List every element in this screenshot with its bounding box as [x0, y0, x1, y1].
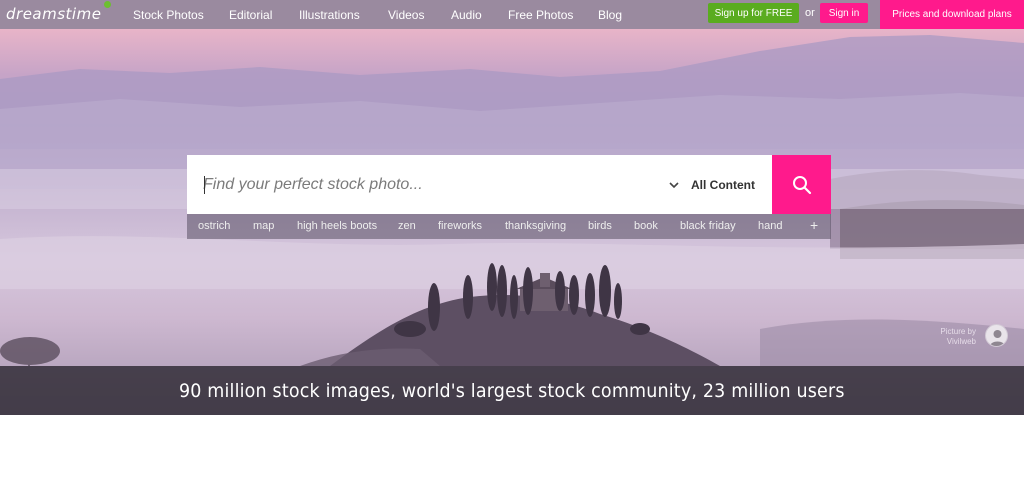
sign-in-button[interactable]: Sign in — [820, 3, 868, 23]
suggestion-tag[interactable]: thanksgiving — [505, 220, 566, 232]
search-box: All Content — [187, 155, 831, 214]
nav-link-free-photos[interactable]: Free Photos — [508, 8, 573, 22]
hero-banner: All Content ostrich map high heels boots… — [0, 29, 1024, 415]
nav-link-stock-photos[interactable]: Stock Photos — [133, 8, 204, 22]
nav-item-blog[interactable]: Blog — [598, 0, 622, 29]
search-icon — [792, 175, 811, 194]
author-avatar[interactable] — [985, 324, 1008, 347]
nav-link-blog[interactable]: Blog — [598, 8, 622, 22]
nav-item-illustrations[interactable]: Illustrations — [299, 0, 360, 29]
nav-item-videos[interactable]: Videos — [388, 0, 424, 29]
suggestion-tag[interactable]: high heels boots — [297, 220, 377, 232]
dreamstime-logo[interactable]: dreamstime — [6, 5, 101, 23]
suggestion-tag[interactable]: black friday — [680, 220, 736, 232]
suggestion-tag[interactable]: ostrich — [198, 220, 230, 232]
logo-dot-icon — [104, 1, 111, 8]
search-button[interactable] — [772, 155, 831, 214]
suggested-searches: ostrich map high heels boots zen firewor… — [187, 214, 831, 239]
content-type-label: All Content — [691, 177, 755, 192]
nav-link-editorial[interactable]: Editorial — [229, 8, 272, 22]
suggestion-tag[interactable]: map — [253, 220, 274, 232]
nav-link-illustrations[interactable]: Illustrations — [299, 8, 360, 22]
suggestion-tag[interactable]: zen — [398, 220, 416, 232]
suggestion-tag[interactable]: hand — [758, 220, 782, 232]
suggestion-tag[interactable]: book — [634, 220, 658, 232]
credit-label: Picture by — [940, 327, 976, 336]
nav-item-audio[interactable]: Audio — [451, 0, 482, 29]
tagline-bar: 90 million stock images, world's largest… — [0, 366, 1024, 415]
top-navigation-bar: dreamstime Stock Photos Editorial Illust… — [0, 0, 1024, 29]
or-separator: or — [805, 7, 815, 19]
nav-item-stock-photos[interactable]: Stock Photos — [133, 0, 204, 29]
nav-link-videos[interactable]: Videos — [388, 8, 424, 22]
sign-up-button[interactable]: Sign up for FREE — [708, 3, 799, 23]
suggestion-tag[interactable]: birds — [588, 220, 612, 232]
nav-link-audio[interactable]: Audio — [451, 8, 482, 22]
search-input[interactable] — [203, 155, 643, 214]
chevron-down-icon — [669, 181, 679, 188]
tagline-text: 90 million stock images, world's largest… — [179, 379, 845, 402]
picture-credit: Picture by Vivilweb — [930, 327, 976, 347]
text-cursor — [204, 176, 205, 194]
nav-item-free-photos[interactable]: Free Photos — [508, 0, 573, 29]
suggestion-tag[interactable]: fireworks — [438, 220, 482, 232]
more-suggestions-button[interactable]: + — [810, 217, 818, 233]
prices-button[interactable]: Prices and download plans — [880, 0, 1024, 29]
content-type-dropdown[interactable]: All Content — [669, 155, 755, 214]
nav-item-editorial[interactable]: Editorial — [229, 0, 272, 29]
credit-author[interactable]: Vivilweb — [930, 337, 976, 347]
